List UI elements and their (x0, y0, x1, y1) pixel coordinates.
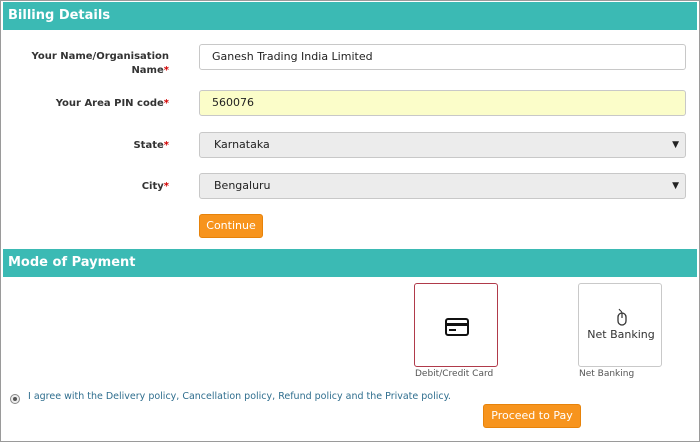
required-mark: * (163, 181, 169, 192)
netbanking-box-text: Net Banking (587, 328, 655, 341)
payment-option-netbanking[interactable]: Net Banking (578, 283, 662, 367)
city-label: City* (19, 180, 169, 194)
required-mark: * (163, 98, 169, 109)
card-option-caption: Debit/Credit Card (415, 369, 494, 379)
state-select-value: Karnataka (214, 138, 270, 151)
pin-input-value: 560076 (212, 96, 254, 109)
state-label: State* (19, 139, 169, 153)
chevron-down-icon: ▼ (672, 181, 679, 191)
name-input[interactable]: Ganesh Trading India Limited (199, 44, 686, 70)
mode-of-payment-header: Mode of Payment (3, 249, 697, 277)
city-label-text: City (141, 181, 164, 192)
state-select[interactable]: Karnataka ▼ (199, 132, 686, 158)
name-input-value: Ganesh Trading India Limited (212, 50, 373, 63)
agree-text: I agree with the Delivery policy, Cancel… (28, 391, 451, 402)
required-mark: * (163, 65, 169, 76)
city-select[interactable]: Bengaluru ▼ (199, 173, 686, 199)
proceed-to-pay-button[interactable]: Proceed to Pay (483, 404, 581, 428)
radio-dot (13, 397, 17, 401)
netbanking-option-caption: Net Banking (579, 369, 635, 379)
payment-option-card[interactable] (414, 283, 498, 367)
required-mark: * (163, 140, 169, 151)
agree-radio[interactable] (10, 394, 20, 404)
pin-input[interactable]: 560076 (199, 90, 686, 116)
name-label: Your Name/Organisation Name* (19, 50, 169, 78)
continue-button[interactable]: Continue (199, 214, 263, 238)
mouse-icon (617, 308, 627, 326)
billing-form: Billing Details Your Name/Organisation N… (0, 0, 700, 442)
billing-details-header: Billing Details (3, 2, 697, 30)
pin-label-text: Your Area PIN code (55, 98, 164, 109)
chevron-down-icon: ▼ (672, 140, 679, 150)
state-label-text: State (133, 140, 164, 151)
name-label-text: Your Name/Organisation Name (31, 51, 169, 76)
city-select-value: Bengaluru (214, 179, 271, 192)
pin-label: Your Area PIN code* (19, 97, 169, 111)
credit-card-icon (445, 318, 469, 336)
